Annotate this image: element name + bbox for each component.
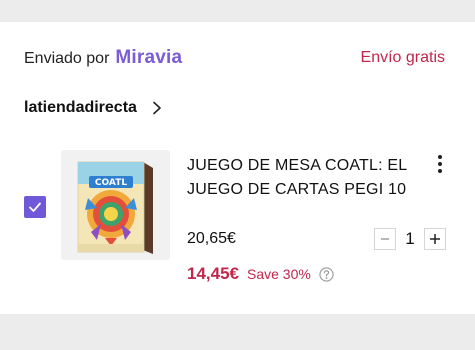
free-shipping-label: Envío gratis xyxy=(360,49,445,66)
decrease-quantity-button[interactable] xyxy=(374,228,396,250)
store-link[interactable]: latiendadirecta xyxy=(24,96,163,120)
sale-price-row: 14,45€ Save 30% xyxy=(187,264,334,284)
discount-label: Save 30% xyxy=(247,266,311,282)
shipping-header: Enviado por Miravia Envío gratis xyxy=(24,46,445,70)
original-price: 20,65€ xyxy=(187,230,236,247)
quantity-stepper: 1 xyxy=(374,227,446,251)
cart-store-card: Enviado por Miravia Envío gratis latiend… xyxy=(0,22,475,314)
plus-icon xyxy=(430,234,440,244)
chevron-right-icon xyxy=(153,101,161,115)
shipped-by: Enviado por Miravia xyxy=(24,47,182,69)
item-select-checkbox[interactable] xyxy=(24,196,46,218)
sale-price: 14,45€ xyxy=(187,264,239,283)
more-options-icon[interactable] xyxy=(432,154,448,174)
help-icon[interactable] xyxy=(319,266,334,282)
checkmark-icon xyxy=(29,202,41,212)
product-box-art: COATL xyxy=(61,150,170,260)
quantity-value: 1 xyxy=(405,229,415,248)
product-title[interactable]: JUEGO DE MESA COATL: EL JUEGO DE CARTAS … xyxy=(187,154,423,202)
shipped-by-label: Enviado por xyxy=(24,50,110,67)
box-logo-text: COATL xyxy=(95,178,127,188)
store-name: latiendadirecta xyxy=(24,99,137,116)
minus-icon xyxy=(381,238,389,240)
increase-quantity-button[interactable] xyxy=(424,228,446,250)
brand-name: Miravia xyxy=(115,47,183,68)
product-image[interactable]: COATL xyxy=(61,150,170,260)
